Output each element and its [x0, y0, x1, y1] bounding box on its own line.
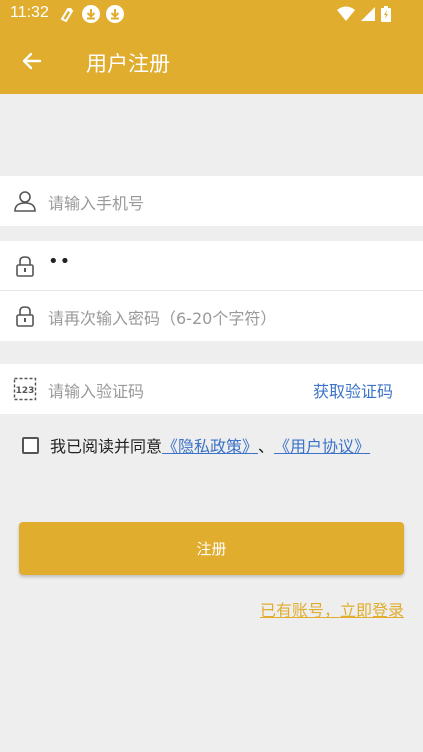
vpn-key-icon [60, 7, 74, 23]
app-bar: 用户注册 [0, 28, 423, 94]
get-code-button[interactable]: 获取验证码 [313, 378, 393, 402]
status-bar: 11:32 [0, 0, 423, 28]
wifi-icon [337, 6, 355, 21]
number-123-icon: 123 [13, 377, 37, 401]
agreement-prefix: 我已阅读并同意 [50, 437, 163, 456]
confirm-password-row: 请再次输入密码（6-20个字符） [0, 291, 423, 341]
status-icons-left [58, 5, 124, 23]
lock-icon [16, 306, 34, 327]
agreement-row: 我已阅读并同意 《隐私政策》 、 《用户协议》 [22, 434, 370, 456]
phone-input[interactable]: 请输入手机号 [48, 190, 144, 214]
verify-code-row: 123 请输入验证码 获取验证码 [0, 364, 423, 414]
page-title: 用户注册 [86, 52, 170, 76]
signal-icon [361, 7, 375, 21]
svg-text:123: 123 [16, 386, 35, 396]
register-button[interactable]: 注册 [19, 522, 404, 575]
phone-row: 请输入手机号 [0, 176, 423, 226]
status-icons-right [337, 6, 391, 22]
user-icon [14, 191, 36, 212]
verify-code-input[interactable]: 请输入验证码 [48, 378, 144, 402]
download-icon [106, 5, 124, 23]
agreement-checkbox[interactable] [22, 436, 39, 454]
back-button[interactable] [16, 47, 48, 75]
arrow-left-icon [22, 52, 42, 70]
confirm-password-input[interactable]: 请再次输入密码（6-20个字符） [48, 305, 276, 329]
status-time: 11:32 [10, 4, 49, 21]
agreement-separator: 、 [258, 437, 275, 456]
user-agreement-link[interactable]: 《用户协议》 [274, 433, 370, 457]
password-row: •• [0, 241, 423, 291]
battery-icon [381, 6, 391, 22]
download-icon [82, 5, 100, 23]
privacy-policy-link[interactable]: 《隐私政策》 [162, 433, 258, 457]
lock-icon [16, 256, 34, 277]
password-input[interactable]: •• [48, 251, 71, 272]
login-link[interactable]: 已有账号，立即登录 [260, 597, 404, 621]
